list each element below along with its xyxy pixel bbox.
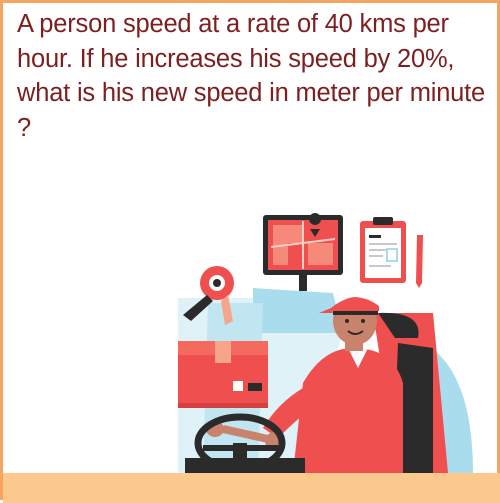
question-text: A person speed at a rate of 40 kms per h… — [17, 10, 486, 142]
clipboard-icon — [360, 217, 423, 288]
card-frame: A person speed at a rate of 40 kms per h… — [0, 0, 500, 503]
package-box-icon — [178, 341, 268, 408]
dashboard — [185, 458, 305, 473]
gps-map-icon — [263, 213, 343, 291]
bottom-bar — [3, 473, 500, 503]
delivery-driver-illustration — [178, 213, 473, 473]
